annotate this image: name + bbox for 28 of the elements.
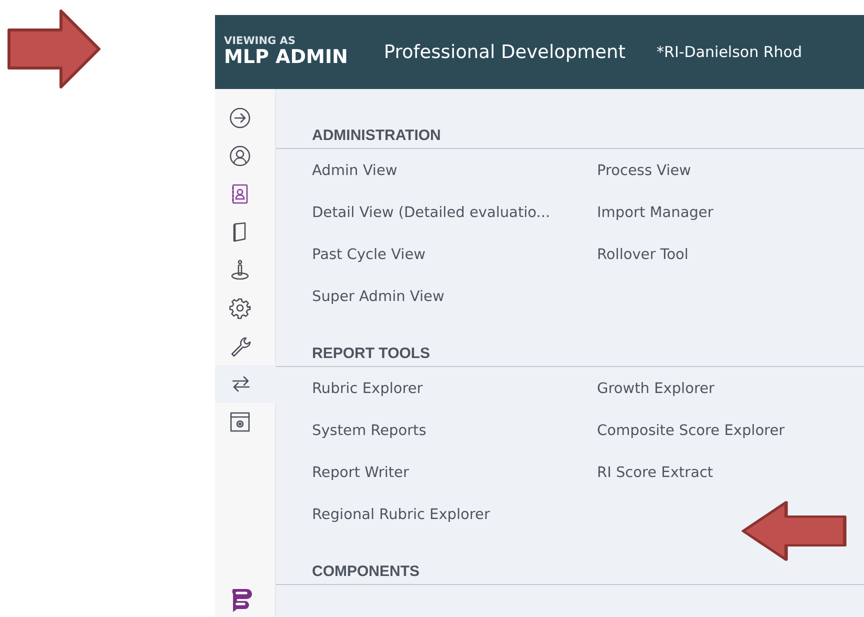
menu-link[interactable]: Growth Explorer bbox=[597, 367, 714, 409]
person-on-platform-icon bbox=[229, 259, 251, 281]
menu-link[interactable]: Super Admin View bbox=[312, 275, 444, 317]
menu-link[interactable]: Rubric Explorer bbox=[312, 367, 423, 409]
menu-link[interactable]: Report Writer bbox=[312, 451, 409, 493]
menu-link[interactable]: Detail View (Detailed evaluatio... bbox=[312, 191, 550, 233]
section-heading: COMPONENTS bbox=[276, 563, 864, 585]
menu-link[interactable]: Composite Score Explorer bbox=[597, 409, 785, 451]
arrow-circle-icon bbox=[229, 107, 251, 129]
app-title: Professional Development bbox=[384, 42, 626, 62]
menu-link[interactable]: Rollover Tool bbox=[597, 233, 688, 275]
profile-icon bbox=[229, 145, 251, 167]
window-settings-icon bbox=[229, 411, 251, 433]
viewing-label: VIEWING AS bbox=[224, 36, 296, 47]
context-name: *RI-Danielson Rhod bbox=[656, 43, 802, 61]
sidebar-item[interactable] bbox=[215, 365, 276, 403]
section-heading: ADMINISTRATION bbox=[276, 127, 864, 149]
menu-link[interactable]: Admin View bbox=[312, 149, 398, 191]
menu-link[interactable]: RI Score Extract bbox=[597, 451, 714, 493]
menu-link[interactable]: System Reports bbox=[312, 409, 426, 451]
section-heading: REPORT TOOLS bbox=[276, 345, 864, 367]
menu-link[interactable]: Import Manager bbox=[597, 191, 714, 233]
menu-link[interactable]: Process View bbox=[597, 149, 692, 191]
menu-link[interactable]: Past Cycle View bbox=[312, 233, 426, 275]
role-name: MLP ADMIN bbox=[224, 47, 348, 68]
wrench-icon bbox=[229, 335, 251, 357]
settings-icon bbox=[229, 297, 251, 319]
menu-link[interactable]: Regional Rubric Explorer bbox=[312, 493, 490, 535]
